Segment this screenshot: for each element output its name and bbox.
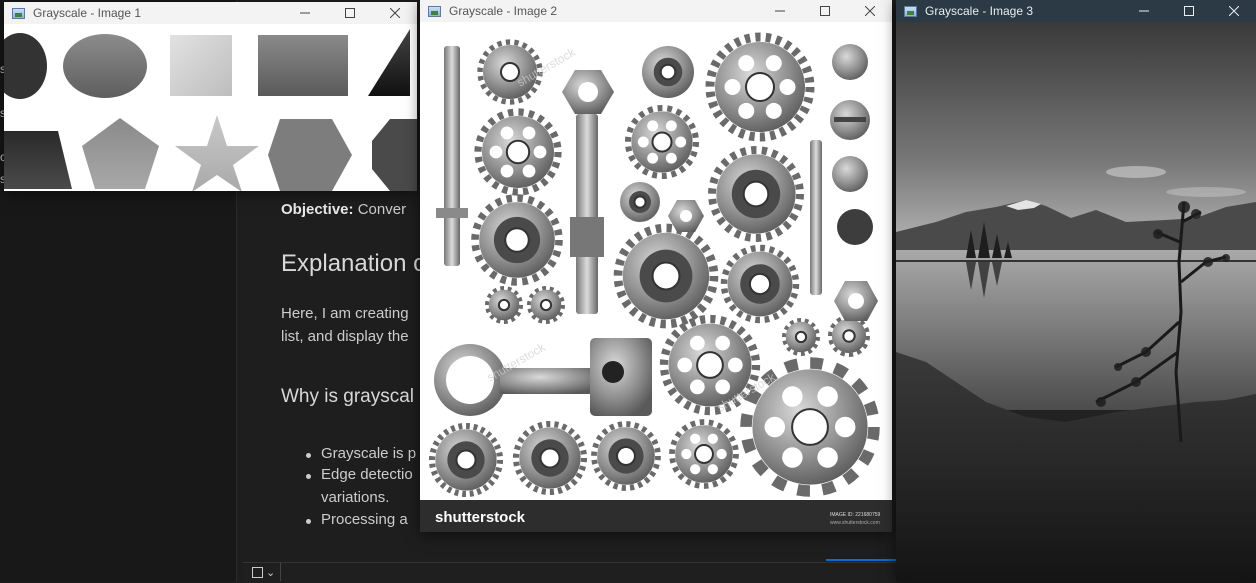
bolt-head-part bbox=[832, 156, 868, 192]
objective-line: Objective: Conver bbox=[281, 201, 406, 218]
bullet-continuation: variations. bbox=[321, 489, 390, 506]
window-image2[interactable]: Grayscale - Image 2 shutterstock shutter… bbox=[420, 0, 892, 532]
close-icon[interactable] bbox=[847, 0, 892, 22]
titlebar[interactable]: Grayscale - Image 1 bbox=[4, 2, 417, 24]
image-canvas: shutterstock shutterstock shutterstock s… bbox=[420, 22, 892, 532]
shaft-part bbox=[576, 114, 598, 314]
minimize-icon[interactable] bbox=[757, 0, 802, 22]
bullet-item: Grayscale is p bbox=[305, 445, 417, 462]
window-image3[interactable]: Grayscale - Image 3 bbox=[896, 0, 1256, 582]
gear-part bbox=[613, 223, 719, 329]
app-icon bbox=[904, 5, 917, 17]
shaft-collar bbox=[436, 208, 468, 218]
paragraph-line: list, and display the bbox=[281, 328, 409, 345]
app-icon bbox=[12, 7, 25, 19]
trapezoid-shape bbox=[4, 131, 72, 189]
layout-toggle-button[interactable]: ⌄ bbox=[246, 563, 281, 581]
window-title: Grayscale - Image 2 bbox=[449, 4, 558, 18]
minimize-icon[interactable] bbox=[1121, 0, 1166, 22]
rectangle-shape bbox=[258, 35, 348, 96]
image-canvas bbox=[4, 24, 417, 191]
bolt-head-part bbox=[832, 44, 868, 80]
explanation-heading: Explanation o bbox=[281, 250, 427, 277]
minimize-icon[interactable] bbox=[282, 2, 327, 24]
paragraph-line: Here, I am creating bbox=[281, 305, 409, 322]
octagon-shape bbox=[372, 119, 417, 191]
shaft-part bbox=[810, 140, 822, 295]
gear-part bbox=[428, 422, 504, 498]
maximize-icon[interactable] bbox=[1166, 0, 1211, 22]
triangle-shape bbox=[368, 29, 410, 96]
window-title: Grayscale - Image 1 bbox=[33, 6, 142, 20]
chevron-down-icon: ⌄ bbox=[266, 565, 276, 579]
circle-shape bbox=[4, 33, 47, 99]
objective-text: Conver bbox=[357, 201, 407, 218]
image-canvas bbox=[896, 22, 1256, 582]
why-heading: Why is grayscal bbox=[281, 386, 415, 407]
bullet-item: Edge detectio bbox=[306, 466, 413, 483]
gear-part bbox=[620, 182, 660, 222]
close-icon[interactable] bbox=[1211, 0, 1256, 22]
app-icon bbox=[428, 5, 441, 17]
brand-logo: shutterstock bbox=[435, 509, 526, 526]
site-label: www.shutterstock.com bbox=[830, 520, 880, 526]
window-image1[interactable]: Grayscale - Image 1 bbox=[4, 2, 417, 191]
bolt-head-part bbox=[837, 209, 873, 245]
ellipse-shape bbox=[63, 34, 147, 98]
maximize-icon[interactable] bbox=[802, 0, 847, 22]
titlebar[interactable]: Grayscale - Image 3 bbox=[896, 0, 1256, 22]
maximize-icon[interactable] bbox=[327, 2, 372, 24]
titlebar[interactable]: Grayscale - Image 2 bbox=[420, 0, 892, 22]
shaft-part bbox=[444, 46, 460, 266]
progress-indicator bbox=[826, 559, 896, 561]
window-title: Grayscale - Image 3 bbox=[925, 4, 1034, 18]
shaft-spline bbox=[570, 217, 604, 257]
objective-label: Objective: bbox=[281, 201, 354, 218]
close-icon[interactable] bbox=[372, 2, 417, 24]
square-shape bbox=[170, 35, 232, 96]
pentagon-shape bbox=[82, 118, 159, 189]
bullet-item: Processing a bbox=[306, 511, 408, 528]
gear-part bbox=[642, 46, 694, 98]
square-icon bbox=[252, 566, 263, 578]
image-id-label: IMAGE ID: 221680759 bbox=[830, 512, 881, 518]
star-shape bbox=[175, 115, 259, 191]
hexagon-shape bbox=[268, 119, 352, 191]
